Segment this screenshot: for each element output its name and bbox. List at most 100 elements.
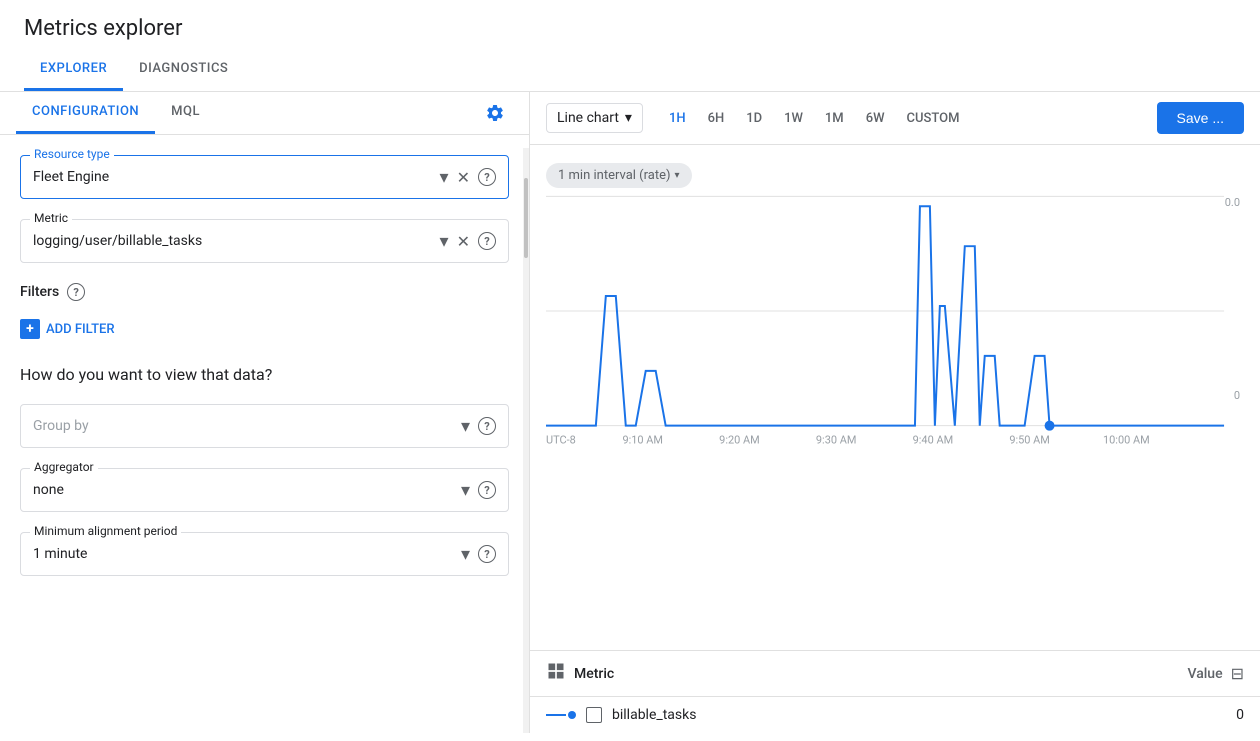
svg-text:9:40 AM: 9:40 AM bbox=[913, 434, 954, 447]
aggregator-dropdown-icon[interactable]: ▾ bbox=[461, 480, 470, 501]
legend-col-settings-icon[interactable]: ⊟ bbox=[1231, 664, 1244, 683]
aggregator-label: Aggregator bbox=[30, 460, 98, 474]
left-panel: CONFIGURATION MQL Resource type Fleet En… bbox=[0, 92, 530, 733]
nav-item-explorer[interactable]: EXPLORER bbox=[24, 49, 123, 91]
resource-type-dropdown-icon[interactable]: ▾ bbox=[440, 167, 449, 188]
legend-header: Metric Value ⊟ bbox=[530, 651, 1260, 697]
filters-label: Filters bbox=[20, 284, 59, 300]
chart-type-value: Line chart bbox=[557, 110, 619, 126]
min-alignment-dropdown-icon[interactable]: ▾ bbox=[461, 544, 470, 565]
legend-metric-grid-icon bbox=[546, 661, 566, 686]
group-by-help-icon[interactable]: ? bbox=[478, 417, 496, 435]
legend-metric-label-text: Metric bbox=[574, 666, 614, 682]
time-btn-1m[interactable]: 1M bbox=[815, 105, 854, 132]
resource-type-help-icon[interactable]: ? bbox=[478, 168, 496, 186]
time-btn-custom[interactable]: CUSTOM bbox=[897, 105, 970, 132]
chart-wrapper: 0.0 0 UTC-8 9:10 AM 9:20 AM bbox=[530, 196, 1260, 430]
time-btn-1h[interactable]: 1H bbox=[659, 105, 696, 132]
legend-item-name: billable_tasks bbox=[612, 707, 1226, 723]
group-by-value: Group by bbox=[33, 418, 461, 434]
chart-area: 1 min interval (rate) ▾ 0.0 0 bbox=[530, 145, 1260, 646]
min-alignment-label: Minimum alignment period bbox=[30, 524, 181, 538]
legend-line bbox=[546, 714, 566, 716]
save-button[interactable]: Save ... bbox=[1157, 102, 1244, 134]
legend-value-col-label: Value bbox=[1187, 666, 1222, 682]
tab-mql[interactable]: MQL bbox=[155, 92, 216, 134]
time-range-buttons: 1H 6H 1D 1W 1M 6W CUSTOM bbox=[659, 105, 970, 132]
chart-type-dropdown-icon: ▾ bbox=[625, 110, 632, 126]
scroll-thumb bbox=[524, 178, 528, 258]
resource-type-select[interactable]: Fleet Engine ▾ ✕ ? bbox=[20, 155, 509, 199]
svg-text:9:50 AM: 9:50 AM bbox=[1009, 434, 1050, 447]
add-filter-label: ADD FILTER bbox=[46, 322, 115, 337]
aggregator-value: none bbox=[33, 482, 461, 498]
group-by-field: Group by ▾ ? bbox=[20, 404, 509, 448]
svg-text:9:20 AM: 9:20 AM bbox=[719, 434, 760, 447]
time-btn-6h[interactable]: 6H bbox=[698, 105, 735, 132]
filters-header: Filters ? bbox=[20, 283, 509, 301]
svg-text:9:10 AM: 9:10 AM bbox=[622, 434, 663, 447]
svg-text:UTC-8: UTC-8 bbox=[546, 434, 576, 447]
legend-checkbox[interactable] bbox=[586, 707, 602, 723]
metric-field: Metric logging/user/billable_tasks ▾ ✕ ? bbox=[20, 219, 509, 263]
tab-configuration[interactable]: CONFIGURATION bbox=[16, 92, 155, 134]
view-data-title: How do you want to view that data? bbox=[20, 365, 509, 384]
time-btn-1w[interactable]: 1W bbox=[774, 105, 813, 132]
filters-help-icon[interactable]: ? bbox=[67, 283, 85, 301]
aggregator-actions: ▾ ? bbox=[461, 480, 496, 501]
legend-metric-col: Metric bbox=[546, 661, 1187, 686]
metric-select[interactable]: logging/user/billable_tasks ▾ ✕ ? bbox=[20, 219, 509, 263]
legend-item-value: 0 bbox=[1236, 707, 1244, 723]
metric-clear-icon[interactable]: ✕ bbox=[457, 232, 470, 251]
min-alignment-value: 1 minute bbox=[33, 546, 461, 562]
page-header: Metrics explorer EXPLORER DIAGNOSTICS bbox=[0, 0, 1260, 92]
chart-toolbar: Line chart ▾ 1H 6H 1D 1W 1M 6W CUSTOM Sa… bbox=[530, 92, 1260, 145]
aggregator-help-icon[interactable]: ? bbox=[478, 481, 496, 499]
aggregator-select[interactable]: none ▾ ? bbox=[20, 468, 509, 512]
main-layout: CONFIGURATION MQL Resource type Fleet En… bbox=[0, 92, 1260, 733]
chart-cursor-dot bbox=[1045, 421, 1055, 431]
view-data-section: How do you want to view that data? Group… bbox=[20, 365, 509, 576]
chart-svg: UTC-8 9:10 AM 9:20 AM 9:30 AM 9:40 AM 9:… bbox=[546, 196, 1244, 426]
settings-gear-button[interactable] bbox=[477, 95, 513, 131]
filters-section: Filters ? + ADD FILTER bbox=[20, 283, 509, 345]
resource-type-field: Resource type Fleet Engine ▾ ✕ ? bbox=[20, 155, 509, 199]
aggregator-field: Aggregator none ▾ ? bbox=[20, 468, 509, 512]
metric-actions: ▾ ✕ ? bbox=[440, 231, 496, 252]
add-filter-plus-icon: + bbox=[20, 319, 40, 339]
min-alignment-select[interactable]: 1 minute ▾ ? bbox=[20, 532, 509, 576]
group-by-select[interactable]: Group by ▾ ? bbox=[20, 404, 509, 448]
chart-type-select[interactable]: Line chart ▾ bbox=[546, 103, 643, 133]
resource-type-clear-icon[interactable]: ✕ bbox=[457, 168, 470, 187]
min-alignment-help-icon[interactable]: ? bbox=[478, 545, 496, 563]
metric-value: logging/user/billable_tasks bbox=[33, 233, 440, 249]
interval-dropdown-icon: ▾ bbox=[675, 170, 680, 181]
resource-type-actions: ▾ ✕ ? bbox=[440, 167, 496, 188]
min-alignment-field: Minimum alignment period 1 minute ▾ ? bbox=[20, 532, 509, 576]
y-axis-max: 0.0 bbox=[1225, 196, 1240, 209]
legend-dot bbox=[568, 711, 576, 719]
min-alignment-actions: ▾ ? bbox=[461, 544, 496, 565]
add-filter-button[interactable]: + ADD FILTER bbox=[20, 313, 509, 345]
resource-type-value: Fleet Engine bbox=[33, 169, 440, 185]
scroll-track bbox=[523, 148, 529, 733]
page-title: Metrics explorer bbox=[24, 16, 1236, 41]
resource-type-label: Resource type bbox=[30, 147, 114, 161]
metric-label: Metric bbox=[30, 211, 72, 225]
top-nav: EXPLORER DIAGNOSTICS bbox=[0, 49, 1260, 92]
group-by-actions: ▾ ? bbox=[461, 416, 496, 437]
panel-tabs: CONFIGURATION MQL bbox=[0, 92, 529, 135]
metric-dropdown-icon[interactable]: ▾ bbox=[440, 231, 449, 252]
legend-line-indicator bbox=[546, 711, 576, 719]
nav-item-diagnostics[interactable]: DIAGNOSTICS bbox=[123, 49, 244, 91]
time-btn-1d[interactable]: 1D bbox=[736, 105, 772, 132]
group-by-dropdown-icon[interactable]: ▾ bbox=[461, 416, 470, 437]
y-axis-min: 0 bbox=[1234, 389, 1240, 402]
legend-area: Metric Value ⊟ billable_tasks 0 bbox=[530, 650, 1260, 733]
svg-text:9:30 AM: 9:30 AM bbox=[816, 434, 857, 447]
metric-help-icon[interactable]: ? bbox=[478, 232, 496, 250]
time-btn-6w[interactable]: 6W bbox=[856, 105, 895, 132]
interval-badge[interactable]: 1 min interval (rate) ▾ bbox=[546, 163, 692, 188]
right-panel: Line chart ▾ 1H 6H 1D 1W 1M 6W CUSTOM Sa… bbox=[530, 92, 1260, 733]
panel-content: Resource type Fleet Engine ▾ ✕ ? Metric … bbox=[0, 135, 529, 616]
